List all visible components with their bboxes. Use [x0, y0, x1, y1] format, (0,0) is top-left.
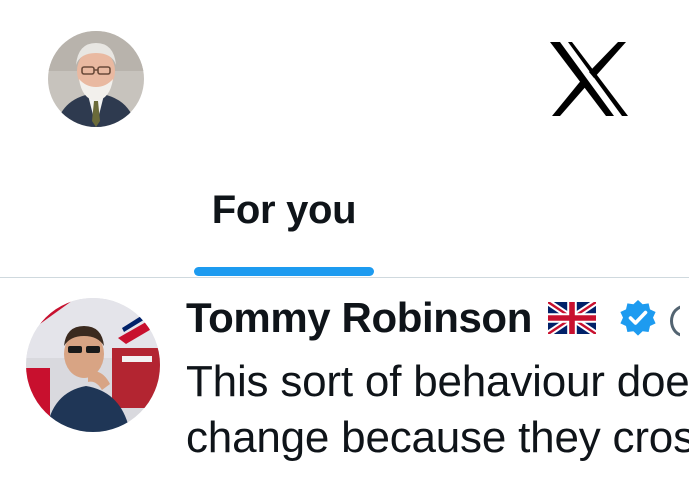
profile-avatar[interactable] [48, 31, 144, 127]
tweet-text-line: This sort of behaviour doe [186, 357, 689, 406]
top-header [0, 0, 689, 150]
handle-fragment [668, 298, 680, 338]
active-tab-indicator [194, 267, 374, 276]
timeline-tabs: For you [0, 150, 689, 277]
author-avatar-image [26, 298, 160, 432]
author-avatar[interactable] [26, 298, 160, 432]
tweet-text-line: change because they cros [186, 413, 689, 462]
tab-for-you[interactable]: For you [194, 150, 374, 277]
x-logo-icon[interactable] [548, 40, 630, 118]
user-avatar-icon [48, 31, 144, 127]
verified-badge-icon [618, 298, 658, 338]
author-name[interactable]: Tommy Robinson [186, 294, 532, 341]
uk-flag-icon [546, 299, 598, 337]
author-row: Tommy Robinson [186, 294, 680, 342]
tweet[interactable]: Tommy Robinson This sort of behaviour do… [0, 278, 689, 478]
tweet-text: This sort of behaviour doe change becaus… [186, 354, 689, 464]
tab-label: For you [211, 188, 357, 232]
